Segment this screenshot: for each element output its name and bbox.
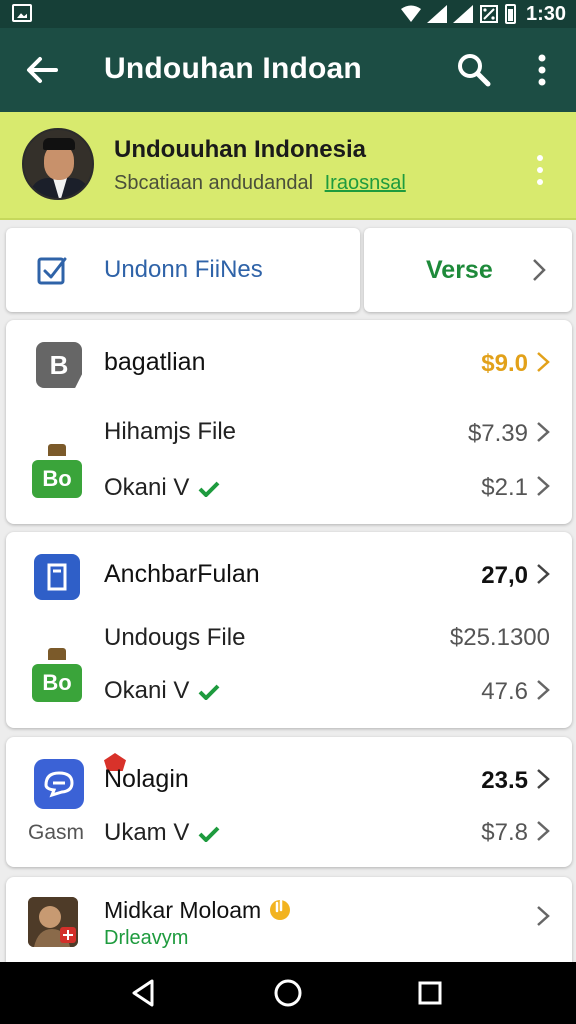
file-card: B bagatlian $9.0 Hihamjs File $7.39 Bo O… — [6, 320, 572, 524]
card-title[interactable]: AnchbarFulan — [104, 560, 260, 589]
nav-recents-icon[interactable] — [414, 977, 446, 1009]
chevron-right-icon[interactable] — [536, 768, 550, 790]
hand-emoji-icon — [269, 899, 290, 920]
card-title[interactable]: bagatlian — [104, 348, 205, 377]
profile-subtitle: Sbcatiaan andudandal Iraosnsal — [114, 172, 406, 195]
contact-name-text: Midkar Moloam — [104, 897, 262, 923]
bo-badge-icon: Bo — [32, 664, 82, 702]
status-bar: 1:30 — [0, 0, 576, 28]
chevron-right-icon[interactable] — [536, 820, 550, 842]
file-card: Nolagin 23.5 Gasm Ukam V $7.8 — [6, 737, 572, 867]
b-app-icon: B — [36, 342, 82, 388]
clock: 1:30 — [525, 2, 566, 25]
data-saver-icon — [479, 5, 498, 23]
profile-link[interactable]: Iraosnsal — [325, 172, 406, 194]
profile-banner[interactable]: Undouuhan Indonesia Sbcatiaan andudandal… — [0, 112, 576, 220]
search-icon[interactable] — [454, 50, 494, 90]
status-text: Ukam V — [104, 819, 220, 847]
status-label: Okani V — [104, 474, 190, 501]
check-icon — [198, 826, 220, 842]
status-price: 47.6 — [481, 678, 528, 705]
tab-files[interactable]: Undonn FiiNes — [6, 228, 360, 312]
profile-more-icon[interactable] — [528, 150, 552, 190]
badge-top-icon — [48, 444, 66, 456]
title-price: $9.0 — [481, 350, 528, 377]
wifi-icon — [400, 5, 421, 22]
chevron-right-icon[interactable] — [536, 563, 550, 585]
card-title[interactable]: Nolagin — [104, 765, 189, 794]
contact-photo — [28, 897, 78, 947]
gallery-notification-icon — [12, 4, 32, 22]
title-price: 23.5 — [481, 767, 528, 794]
file-price: $7.39 — [467, 420, 528, 447]
chevron-right-icon[interactable] — [536, 421, 550, 443]
more-options-icon[interactable] — [522, 50, 562, 90]
chevron-right-icon[interactable] — [536, 905, 550, 927]
nav-back-icon[interactable] — [128, 977, 160, 1009]
chevron-right-icon[interactable] — [536, 475, 550, 497]
chevron-right-icon[interactable] — [536, 351, 550, 373]
app-bar-title: Undouhan Indoan — [104, 52, 362, 85]
battery-icon — [504, 4, 516, 24]
status-price: $7.8 — [481, 819, 528, 846]
avatar[interactable] — [22, 128, 94, 200]
system-nav-bar — [0, 962, 576, 1024]
chevron-right-icon — [533, 259, 546, 281]
bo-badge-icon: Bo — [32, 460, 82, 498]
document-app-icon — [34, 554, 80, 600]
file-card: AnchbarFulan 27,0 Undougs File $25.1300 … — [6, 532, 572, 728]
app-bar: Undouhan Indoan — [0, 28, 576, 112]
tab-verse[interactable]: Verse — [364, 228, 572, 312]
status-price: $2.1 — [481, 474, 528, 501]
contact-card[interactable]: Midkar Moloam Drleavym — [6, 877, 572, 962]
status-text: Okani V — [104, 677, 220, 705]
checkbox-icon — [37, 257, 67, 285]
status-label: Ukam V — [104, 819, 190, 846]
file-name[interactable]: Undougs File — [104, 624, 245, 652]
chat-app-icon — [34, 759, 84, 809]
chevron-right-icon[interactable] — [536, 679, 550, 701]
tab-row: Undonn FiiNes Verse — [6, 228, 572, 312]
status-text: Okani V — [104, 474, 220, 502]
profile-name: Undouuhan Indonesia — [114, 136, 366, 163]
check-icon — [198, 481, 220, 497]
title-price: 27,0 — [481, 562, 528, 589]
file-name[interactable]: Hihamjs File — [104, 418, 236, 446]
status-label: Okani V — [104, 677, 190, 704]
badge-top-icon — [48, 648, 66, 660]
tab-files-label: Undonn FiiNes — [104, 256, 263, 283]
nav-home-icon[interactable] — [272, 977, 304, 1009]
signal-icon-2 — [452, 5, 473, 23]
check-icon — [198, 684, 220, 700]
profile-subtitle-text: Sbcatiaan andudandal — [114, 172, 314, 194]
tab-verse-label: Verse — [426, 256, 493, 284]
signal-icon — [426, 5, 447, 23]
contact-status: Drleavym — [104, 927, 189, 949]
back-arrow-icon[interactable] — [22, 50, 62, 90]
file-price: $25.1300 — [449, 624, 550, 651]
contact-name[interactable]: Midkar Moloam — [104, 897, 292, 924]
card-label: Gasm — [28, 821, 85, 844]
